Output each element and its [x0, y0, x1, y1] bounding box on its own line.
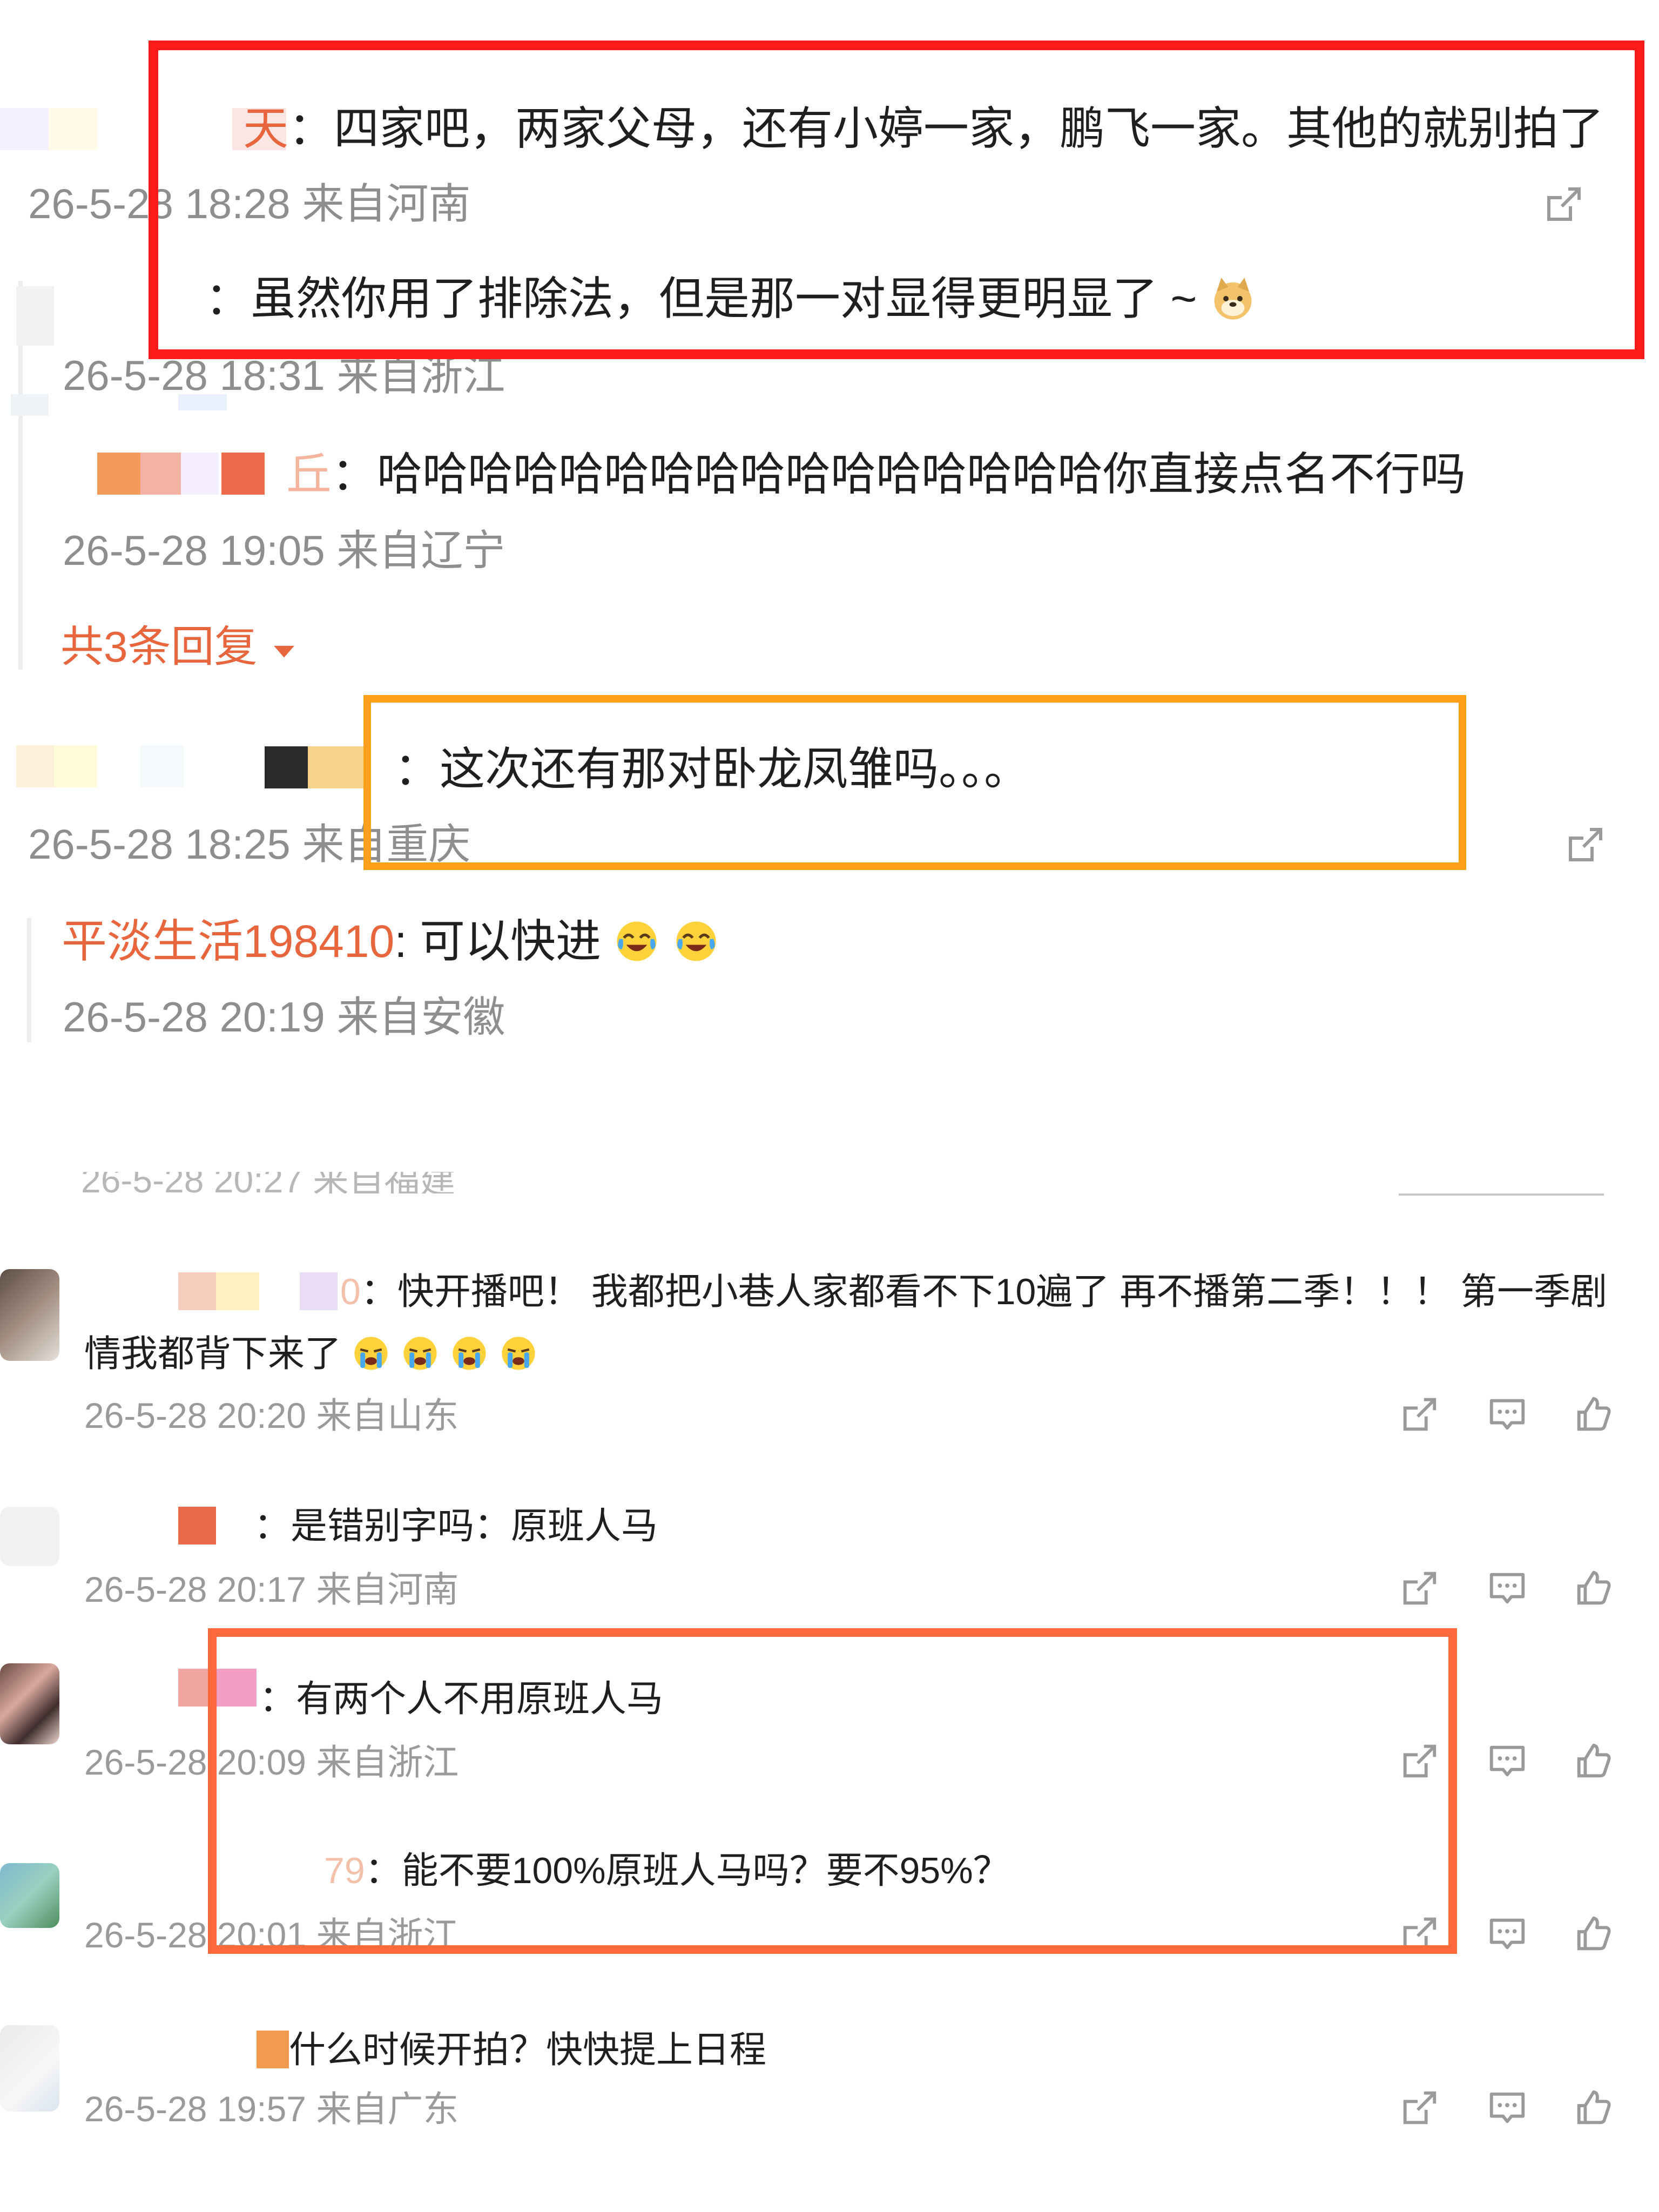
more-replies-link[interactable]: 共3条回复 [60, 625, 299, 669]
share-icon[interactable] [1542, 183, 1586, 226]
share-icon[interactable] [1399, 1567, 1441, 1609]
comment-meta: 26-5-28 18:25 来自重庆 [28, 820, 471, 868]
username-mosaic [178, 1272, 216, 1310]
doge-emoji [1214, 278, 1252, 320]
username[interactable]: 0 [340, 1271, 361, 1312]
reply-thread-line [27, 918, 31, 1042]
username-mosaic [97, 453, 140, 495]
like-icon[interactable] [1573, 1913, 1615, 1955]
comment-meta: 26-5-28 19:57 来自广东 [84, 2089, 459, 2129]
comment-meta: 26-5-28 20:09 来自浙江 [84, 1742, 459, 1782]
avatar[interactable] [0, 1663, 59, 1744]
username-mosaic [257, 2031, 289, 2068]
avatar-mosaic [178, 394, 227, 410]
username-mosaic [300, 1272, 338, 1310]
username-mosaic [178, 1507, 216, 1545]
avatar-mosaic [11, 394, 49, 416]
reply-meta: 26-5-28 20:19 来自安徽 [63, 993, 505, 1041]
reply-text: ：虽然你用了排除法，但是那一对显得更明显了 ~ [205, 275, 1256, 322]
avatar-mosaic [54, 745, 97, 787]
like-icon[interactable] [1573, 1393, 1615, 1435]
comment-text-line2: 情我都背下来了 [84, 1334, 538, 1373]
comment-text: 什么时候开拍？快快提上日程 [289, 2029, 767, 2071]
comment-text: 天：四家吧，两家父母，还有小婷一家，鹏飞一家。其他的就别拍了 [243, 103, 1604, 154]
share-icon[interactable] [1399, 2087, 1441, 2129]
username-mosaic [265, 746, 308, 788]
reply-text: 平淡生活198410: 可以快进 [62, 918, 719, 965]
avatar[interactable] [0, 2025, 59, 2112]
username-mosaic [221, 453, 265, 495]
username-mosaic [308, 746, 367, 788]
comment-meta: 26-5-28 20:17 来自河南 [84, 1569, 459, 1609]
username[interactable]: 天 [243, 103, 288, 154]
username-mosaic [178, 1669, 216, 1707]
username-mosaic [216, 1272, 259, 1310]
username[interactable]: 79 [324, 1850, 365, 1891]
like-icon[interactable] [1573, 1567, 1615, 1609]
comment-icon[interactable] [1486, 1567, 1528, 1609]
reply-meta: 26-5-28 19:05 来自辽宁 [63, 527, 505, 574]
crying-emoji [354, 1337, 388, 1370]
username-mosaic [181, 453, 219, 495]
avatar-mosaic [0, 108, 49, 150]
crying-emoji [403, 1337, 437, 1370]
avatar[interactable] [0, 1507, 59, 1566]
comment-icon[interactable] [1486, 1393, 1528, 1435]
comment-icon[interactable] [1486, 2087, 1528, 2129]
avatar[interactable] [0, 1863, 59, 1928]
comment-meta: 26-5-28 20:20 来自山东 [84, 1395, 459, 1435]
share-icon[interactable] [1399, 1740, 1441, 1782]
like-icon[interactable] [1573, 1740, 1615, 1782]
comment-meta: 26-5-28 20:01 来自浙江 [84, 1915, 459, 1955]
username-mosaic [216, 1669, 257, 1707]
share-icon[interactable] [1399, 1393, 1441, 1435]
comment-text: 0：快开播吧！ 我都把小巷人家都看不下10遍了 再不播第二季！！！ 第一季剧 [340, 1271, 1608, 1312]
comment-icon[interactable] [1486, 1913, 1528, 1955]
highlight-box-coral [208, 1628, 1457, 1954]
crying-emoji [502, 1337, 535, 1370]
reply-meta: 26-5-28 18:31 来自浙江 [63, 352, 505, 399]
avatar[interactable] [0, 1269, 59, 1361]
avatar-mosaic [16, 745, 54, 787]
laugh-cry-emoji [676, 921, 716, 961]
partial-meta: 26-5-28 20:27 来自福建 [81, 1172, 456, 1193]
laugh-cry-emoji [617, 921, 657, 961]
comment-text: ：这次还有那对卧龙凤雏吗。。。 [394, 744, 1030, 794]
crying-emoji [453, 1337, 486, 1370]
partial-icons [1399, 1183, 1604, 1196]
comment-text: 79：能不要100%原班人马吗？要不95%？ [324, 1850, 1010, 1891]
comment-icon[interactable] [1486, 1740, 1528, 1782]
caret-down-icon [273, 645, 294, 658]
comment-meta: 26-5-28 18:28 来自河南 [28, 180, 471, 227]
comment-text: ：是错别字吗：原班人马 [254, 1506, 658, 1547]
like-icon[interactable] [1573, 2087, 1615, 2129]
reply-text: 丘：哈哈哈哈哈哈哈哈哈哈哈哈哈哈哈哈你直接点名不行吗 [286, 449, 1466, 500]
avatar-mosaic [140, 745, 184, 787]
share-icon[interactable] [1399, 1913, 1441, 1955]
username[interactable]: 平淡生活198410 [62, 916, 394, 967]
avatar-mosaic [49, 108, 97, 150]
username-mosaic [140, 453, 181, 495]
comment-text: ：有两个人不用原班人马 [259, 1678, 664, 1719]
username[interactable]: 丘 [286, 449, 332, 500]
share-icon[interactable] [1564, 823, 1607, 866]
avatar-mosaic [16, 286, 54, 346]
